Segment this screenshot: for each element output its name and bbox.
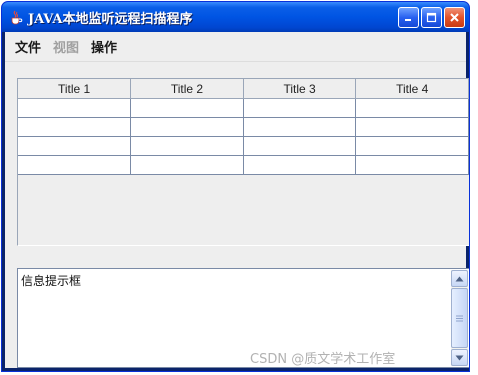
table-row[interactable] (18, 98, 469, 118)
menu-operation[interactable]: 操作 (85, 37, 123, 56)
arrow-up-icon (455, 276, 464, 281)
scroll-thumb[interactable] (451, 288, 468, 348)
table-cell[interactable] (130, 117, 244, 137)
window-title: JAVA本地监听远程扫描程序 (28, 11, 193, 27)
minimize-button[interactable] (398, 7, 419, 28)
vertical-scrollbar[interactable] (451, 270, 468, 366)
table-cell[interactable] (130, 155, 244, 175)
close-button[interactable] (444, 7, 465, 28)
menu-file[interactable]: 文件 (9, 37, 47, 56)
maximize-button[interactable] (421, 7, 442, 28)
table-cell[interactable] (130, 136, 244, 156)
menu-bar: 文件 视图 操作 (5, 32, 466, 62)
window-controls (398, 7, 465, 28)
table-cell[interactable] (355, 98, 469, 118)
column-header-3[interactable]: Title 3 (243, 79, 357, 99)
app-window: JAVA本地监听远程扫描程序 文件 视图 操作 Title 1 Title 2 … (1, 1, 470, 372)
minimize-icon (405, 19, 411, 21)
table-cell[interactable] (18, 136, 132, 156)
table-row[interactable] (18, 155, 469, 175)
table-cell[interactable] (355, 155, 469, 175)
menu-view: 视图 (53, 41, 80, 56)
table-scroll-pane[interactable]: Title 1 Title 2 Title 3 Title 4 (17, 78, 469, 246)
table-cell[interactable] (243, 98, 357, 118)
scroll-up-button[interactable] (451, 270, 468, 287)
info-text: 信息提示框 (21, 274, 82, 288)
table-cell[interactable] (18, 98, 132, 118)
table-cell[interactable] (18, 155, 132, 175)
table-panel: Title 1 Title 2 Title 3 Title 4 (5, 64, 469, 264)
close-icon (450, 13, 459, 22)
table-cell[interactable] (355, 117, 469, 137)
watermark-text: CSDN @质文学术工作室 (250, 352, 396, 367)
table-cell[interactable] (130, 98, 244, 118)
maximize-icon (426, 12, 437, 23)
client-area: 文件 视图 操作 Title 1 Title 2 Title 3 Title 4 (5, 32, 469, 368)
table-cell[interactable] (355, 136, 469, 156)
info-textarea[interactable]: 信息提示框 (17, 268, 469, 368)
table-cell[interactable] (18, 117, 132, 137)
column-header-1[interactable]: Title 1 (18, 79, 132, 99)
table-row[interactable] (18, 136, 469, 156)
column-header-2[interactable]: Title 2 (130, 79, 244, 99)
table-row[interactable] (18, 117, 469, 137)
java-cup-icon (11, 10, 23, 25)
table-cell[interactable] (243, 155, 357, 175)
arrow-down-icon (455, 355, 464, 360)
title-bar[interactable]: JAVA本地监听远程扫描程序 (2, 2, 469, 32)
table-cell[interactable] (243, 117, 357, 137)
grip-icon (456, 315, 463, 321)
column-header-4[interactable]: Title 4 (355, 79, 469, 99)
scroll-down-button[interactable] (451, 349, 468, 366)
results-table[interactable]: Title 1 Title 2 Title 3 Title 4 (18, 79, 469, 175)
table-cell[interactable] (243, 136, 357, 156)
table-header-row: Title 1 Title 2 Title 3 Title 4 (18, 79, 469, 99)
